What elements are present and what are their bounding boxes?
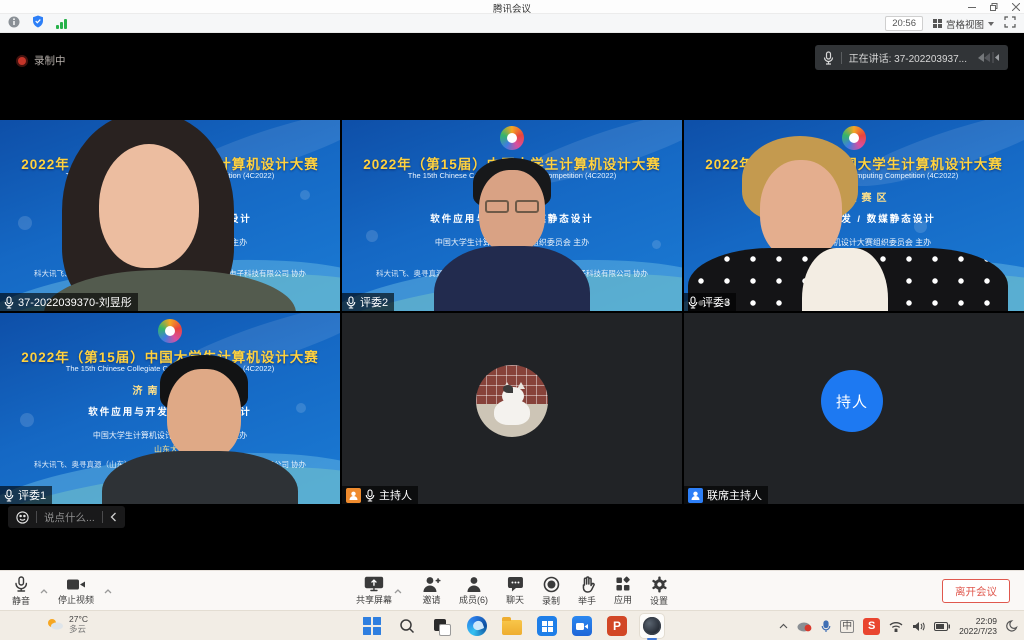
record-button[interactable]: 录制 xyxy=(542,571,560,611)
stop-video-button[interactable]: 停止视频 xyxy=(58,571,94,611)
participant-name-badge: 评委3 xyxy=(684,293,736,311)
participant-video xyxy=(684,120,1024,311)
wifi-icon[interactable] xyxy=(889,621,903,632)
search-button[interactable] xyxy=(395,614,419,638)
meeting-stage: 录制中 正在讲话: 37-202203937... 2022年（第15届）中国大… xyxy=(0,33,1024,570)
participant-video xyxy=(342,120,682,311)
recording-dot-icon xyxy=(18,57,26,65)
leave-meeting-button[interactable]: 离开会议 xyxy=(942,579,1010,603)
avatar: 持人 xyxy=(821,370,883,432)
video-tile-cohost[interactable]: 持人 联席主持人 xyxy=(684,313,1024,504)
restore-button[interactable] xyxy=(990,3,998,11)
tray-expand-icon[interactable] xyxy=(779,623,788,629)
members-button[interactable]: 成员(6) xyxy=(459,571,488,611)
microsoft-store-icon[interactable] xyxy=(535,614,559,638)
view-mode-label: 宫格视图 xyxy=(946,17,984,31)
start-button[interactable] xyxy=(360,614,384,638)
collapse-chat-icon[interactable] xyxy=(110,512,117,522)
participant-name-badge: 评委1 xyxy=(0,486,52,504)
video-tile-judge3[interactable]: 2022年（第15届）中国大学生计算机设计大赛 The 15th Chinese… xyxy=(684,120,1024,311)
view-mode-button[interactable]: 宫格视图 xyxy=(933,17,994,31)
share-options-chevron[interactable] xyxy=(392,571,404,611)
volume-icon[interactable] xyxy=(912,621,925,632)
active-speaker-bar: 正在讲话: 37-202203937... xyxy=(815,45,1008,70)
close-button[interactable] xyxy=(1012,3,1020,11)
reply-arrows-icon[interactable] xyxy=(974,51,1000,64)
active-meeting-window-icon[interactable] xyxy=(640,614,664,638)
edge-icon[interactable] xyxy=(465,614,489,638)
focus-assist-moon-icon[interactable] xyxy=(1006,620,1018,632)
settings-button[interactable]: 设置 xyxy=(650,571,668,611)
mute-button[interactable]: 静音 xyxy=(12,571,30,611)
recording-label: 录制中 xyxy=(34,53,66,68)
tencent-meeting-icon[interactable] xyxy=(570,614,594,638)
network-signal-icon[interactable] xyxy=(56,18,67,29)
participant-video xyxy=(0,313,340,504)
cohost-badge-icon xyxy=(688,488,703,503)
participant-video xyxy=(0,120,340,311)
chat-input-pill[interactable]: 说点什么... xyxy=(8,506,125,528)
apps-button[interactable]: 应用 xyxy=(614,571,632,611)
shield-icon[interactable] xyxy=(32,15,44,33)
video-tile-judge1[interactable]: 2022年（第15届）中国大学生计算机设计大赛 The 15th Chinese… xyxy=(0,313,340,504)
windows-taskbar: 27°C多云 P 中 S 22:09 2022/7/23 xyxy=(0,610,1024,640)
ime-indicator[interactable]: 中 xyxy=(840,620,854,633)
battery-icon[interactable] xyxy=(934,622,950,631)
meeting-controlbar: 静音 停止视频 共享屏幕 邀请 成员(6) 聊天 xyxy=(0,570,1024,610)
file-explorer-icon[interactable] xyxy=(500,614,524,638)
mic-icon xyxy=(688,296,698,309)
window-titlebar: 腾讯会议 xyxy=(0,0,1024,14)
chat-button[interactable]: 聊天 xyxy=(506,571,524,611)
host-badge-icon xyxy=(346,488,361,503)
raise-hand-button[interactable]: 举手 xyxy=(578,571,596,611)
meeting-toolbar-top: 20:56 宫格视图 xyxy=(0,14,1024,33)
video-tile-host[interactable]: 主持人 xyxy=(342,313,682,504)
fullscreen-icon[interactable] xyxy=(1004,15,1016,33)
minimize-button[interactable] xyxy=(968,3,976,11)
mic-icon xyxy=(823,51,834,65)
mute-options-chevron[interactable] xyxy=(38,571,50,611)
grid-view-icon xyxy=(933,19,942,28)
taskbar-weather[interactable]: 27°C多云 xyxy=(46,614,88,634)
participant-name-badge: 37-2022039370-刘昱彤 xyxy=(0,293,138,311)
tray-mic-icon[interactable] xyxy=(821,620,831,633)
task-view-button[interactable] xyxy=(430,614,454,638)
meeting-duration: 20:56 xyxy=(885,16,923,31)
window-title: 腾讯会议 xyxy=(0,1,1024,15)
share-screen-button[interactable]: 共享屏幕 xyxy=(356,571,392,611)
video-tile-liuyutong[interactable]: 2022年（第15届）中国大学生计算机设计大赛 The 15th Chinese… xyxy=(0,120,340,311)
chevron-down-icon xyxy=(988,22,994,26)
weather-icon xyxy=(46,617,64,631)
participant-name-badge: 评委2 xyxy=(342,293,394,311)
emoji-icon[interactable] xyxy=(16,511,29,524)
participant-name-badge: 主持人 xyxy=(342,486,418,504)
chat-input-placeholder[interactable]: 说点什么... xyxy=(44,510,95,525)
mic-icon xyxy=(4,296,14,309)
powerpoint-icon[interactable]: P xyxy=(605,614,629,638)
video-options-chevron[interactable] xyxy=(102,571,114,611)
mic-icon xyxy=(365,489,375,502)
avatar xyxy=(476,365,548,437)
info-icon[interactable] xyxy=(8,15,20,33)
recording-indicator: 录制中 xyxy=(18,53,66,68)
participant-name-badge: 联席主持人 xyxy=(684,486,768,504)
taskbar-clock[interactable]: 22:09 2022/7/23 xyxy=(959,616,997,636)
mic-icon xyxy=(346,296,356,309)
video-tile-judge2[interactable]: 2022年（第15届）中国大学生计算机设计大赛 The 15th Chinese… xyxy=(342,120,682,311)
invite-button[interactable]: 邀请 xyxy=(422,571,441,611)
mic-icon xyxy=(4,489,14,502)
sogou-input-icon[interactable]: S xyxy=(863,618,880,635)
active-speaker-label: 正在讲话: 37-202203937... xyxy=(849,50,967,65)
tray-cloud-app-icon[interactable] xyxy=(797,620,812,632)
